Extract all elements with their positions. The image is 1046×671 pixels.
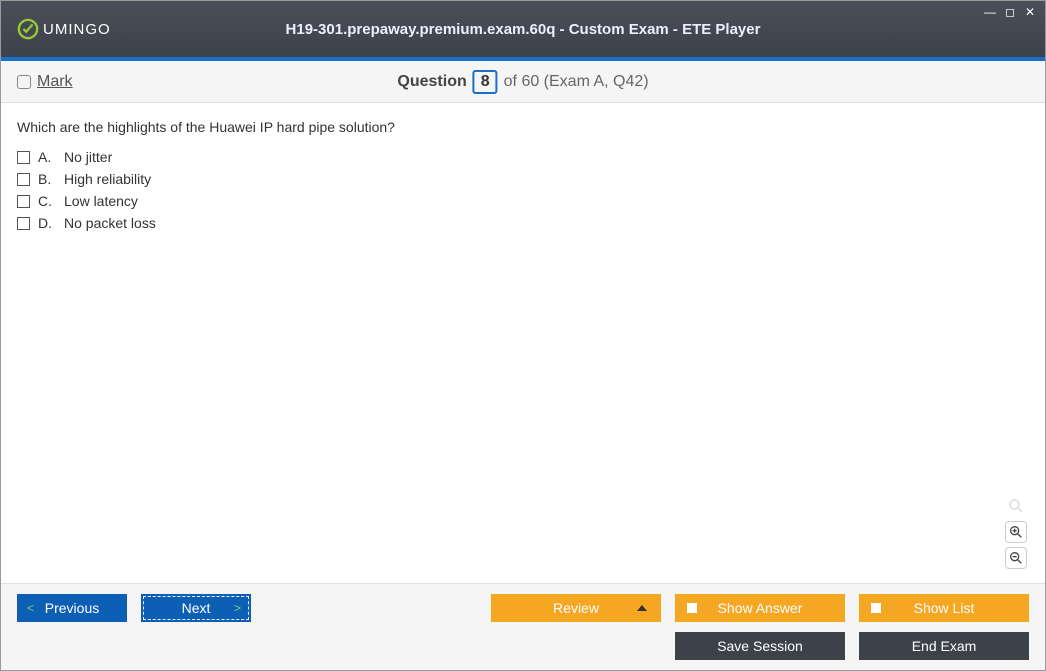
previous-button[interactable]: < Previous: [17, 594, 127, 622]
triangle-up-icon: [637, 605, 647, 611]
minimize-icon[interactable]: —: [983, 5, 997, 19]
choice-d: D. No packet loss: [17, 215, 1029, 231]
square-icon: [871, 603, 881, 613]
button-label: Show List: [914, 600, 975, 616]
choice-text: High reliability: [64, 171, 151, 187]
choices-list: A. No jitter B. High reliability C. Low …: [17, 149, 1029, 231]
button-label: Save Session: [717, 638, 803, 654]
logo-text: UMINGO: [43, 21, 111, 38]
button-label: Review: [553, 600, 599, 616]
question-suffix: of 60 (Exam A, Q42): [504, 73, 649, 91]
choice-text: Low latency: [64, 193, 138, 209]
question-label: Question: [397, 73, 466, 91]
chevron-left-icon: <: [27, 601, 34, 615]
search-icon[interactable]: [1005, 495, 1027, 517]
choice-letter: A.: [38, 149, 56, 165]
titlebar: UMINGO H19-301.prepaway.premium.exam.60q…: [1, 1, 1045, 57]
show-answer-button[interactable]: Show Answer: [675, 594, 845, 622]
chevron-right-icon: >: [234, 601, 241, 615]
choice-checkbox[interactable]: [17, 151, 30, 164]
question-body: Which are the highlights of the Huawei I…: [1, 103, 1045, 583]
question-header: Mark Question 8 of 60 (Exam A, Q42): [1, 61, 1045, 103]
logo-check-icon: [17, 18, 39, 40]
choice-letter: D.: [38, 215, 56, 231]
choice-checkbox[interactable]: [17, 195, 30, 208]
footer-row-1: < Previous Next > Review Show Answer Sho…: [17, 594, 1029, 622]
zoom-in-icon[interactable]: [1005, 521, 1027, 543]
choice-a: A. No jitter: [17, 149, 1029, 165]
square-icon: [687, 603, 697, 613]
button-label: End Exam: [912, 638, 977, 654]
button-label: Show Answer: [718, 600, 803, 616]
close-icon[interactable]: ✕: [1023, 5, 1037, 19]
choice-checkbox[interactable]: [17, 173, 30, 186]
maximize-icon[interactable]: ◻: [1003, 5, 1017, 19]
question-text: Which are the highlights of the Huawei I…: [17, 119, 1029, 135]
next-button[interactable]: Next >: [141, 594, 251, 622]
logo: UMINGO: [17, 18, 111, 40]
question-number: 8: [473, 70, 498, 94]
question-position: Question 8 of 60 (Exam A, Q42): [397, 70, 648, 94]
choice-c: C. Low latency: [17, 193, 1029, 209]
choice-text: No jitter: [64, 149, 112, 165]
zoom-out-icon[interactable]: [1005, 547, 1027, 569]
choice-letter: C.: [38, 193, 56, 209]
button-label: Previous: [45, 600, 99, 616]
footer: < Previous Next > Review Show Answer Sho…: [1, 583, 1045, 670]
zoom-tools: [1005, 495, 1027, 569]
choice-text: No packet loss: [64, 215, 156, 231]
app-window: UMINGO H19-301.prepaway.premium.exam.60q…: [0, 0, 1046, 671]
end-exam-button[interactable]: End Exam: [859, 632, 1029, 660]
choice-checkbox[interactable]: [17, 217, 30, 230]
choice-b: B. High reliability: [17, 171, 1029, 187]
mark-label[interactable]: Mark: [37, 73, 73, 91]
choice-letter: B.: [38, 171, 56, 187]
show-list-button[interactable]: Show List: [859, 594, 1029, 622]
save-session-button[interactable]: Save Session: [675, 632, 845, 660]
review-button[interactable]: Review: [491, 594, 661, 622]
footer-row-2: Save Session End Exam: [17, 632, 1029, 660]
button-label: Next: [182, 600, 211, 616]
window-title: H19-301.prepaway.premium.exam.60q - Cust…: [286, 21, 761, 38]
window-controls: — ◻ ✕: [983, 5, 1037, 19]
mark-checkbox[interactable]: [17, 75, 31, 89]
